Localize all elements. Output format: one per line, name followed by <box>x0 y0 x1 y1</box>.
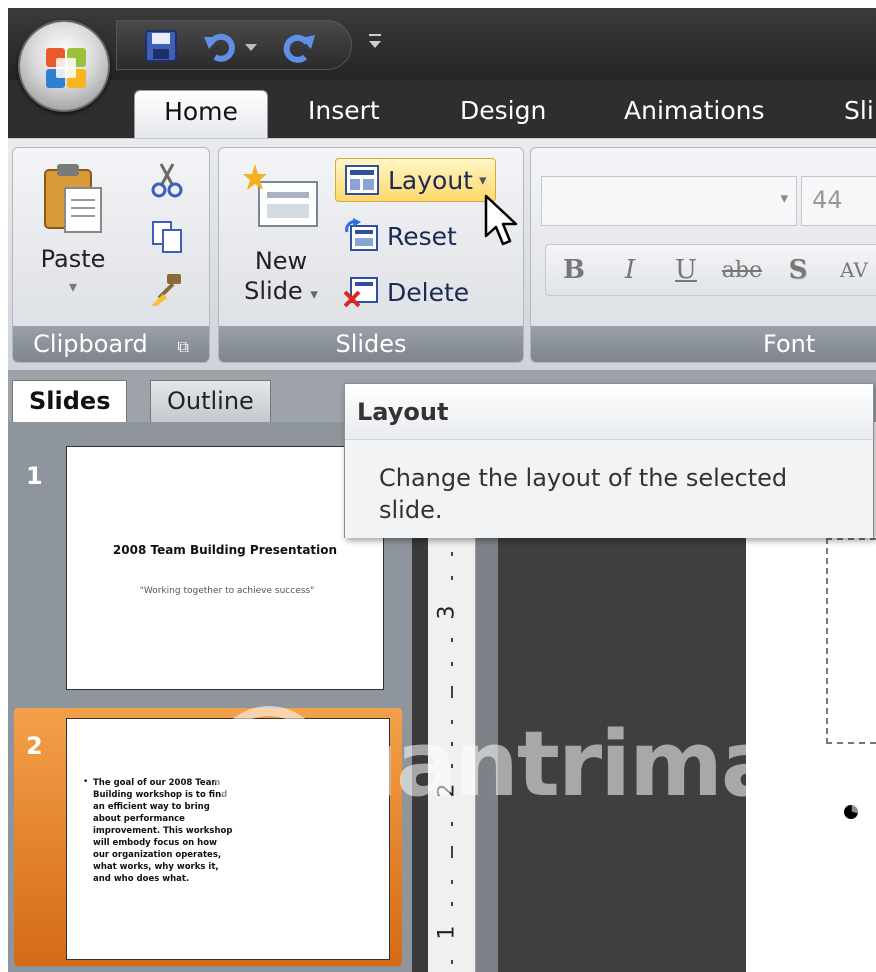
customize-toolbar-icon[interactable] <box>366 30 384 54</box>
office-logo-icon <box>46 48 86 88</box>
ruler-label-1: 1 <box>434 925 460 940</box>
ruler-label-2: 2 <box>434 783 460 798</box>
tab-insert[interactable]: Insert <box>294 90 394 138</box>
save-icon[interactable] <box>143 29 179 63</box>
slide-2-bullet: • <box>83 777 89 787</box>
slide-number-2: 2 <box>26 732 43 760</box>
reset-button[interactable]: Reset <box>343 214 457 258</box>
tab-home[interactable]: Home <box>134 90 268 138</box>
font-group: ▾ 44 B I U abe S AV Font <box>530 147 876 363</box>
title-bar <box>8 8 876 80</box>
ribbon-tabs: Home Insert Design Animations Sli <box>8 80 876 138</box>
new-slide-button[interactable]: New Slide ▾ <box>233 162 329 322</box>
bold-button[interactable]: B <box>546 255 602 285</box>
clipboard-group: Paste ▾ Clipboard ⧉ <box>12 147 210 363</box>
slides-group-label: Slides <box>219 326 523 362</box>
quick-access-toolbar <box>116 20 352 70</box>
slide-number-1: 1 <box>26 462 43 490</box>
clipboard-label-text: Clipboard <box>33 330 148 358</box>
paste-icon <box>44 164 102 233</box>
format-buttons-row: B I U abe S AV <box>545 244 876 296</box>
powerpoint-window: Home Insert Design Animations Sli Paste … <box>8 8 876 972</box>
font-name-dropdown-icon[interactable]: ▾ <box>780 189 788 207</box>
font-size-combo[interactable]: 44 <box>801 176 876 226</box>
new-slide-icon <box>243 164 318 227</box>
delete-label: Delete <box>387 277 470 307</box>
layout-label: Layout <box>388 165 473 195</box>
strikethrough-button[interactable]: abe <box>714 258 770 283</box>
reset-label: Reset <box>387 221 457 251</box>
clipboard-group-label: Clipboard ⧉ <box>13 326 209 362</box>
ruler-label-3: 3 <box>434 605 460 620</box>
mouse-pointer-icon <box>484 194 518 246</box>
italic-button[interactable]: I <box>602 255 658 285</box>
repeat-icon[interactable] <box>281 29 317 63</box>
delete-icon <box>343 277 378 308</box>
underline-button[interactable]: U <box>658 255 714 285</box>
paste-button[interactable]: Paste ▾ <box>41 160 105 310</box>
tab-animations[interactable]: Animations <box>610 90 778 138</box>
slide-1-subtitle: "Working together to achieve success" <box>139 586 315 596</box>
undo-icon[interactable] <box>203 29 239 63</box>
title-placeholder[interactable] <box>826 538 876 744</box>
slides-group: New Slide ▾ Layout ▾ Reset Delete Slides <box>218 147 524 363</box>
font-group-label: Font <box>531 326 876 362</box>
font-size-value: 44 <box>812 186 843 214</box>
screenshot-frame: Home Insert Design Animations Sli Paste … <box>0 0 876 972</box>
layout-icon <box>345 165 379 195</box>
layout-dropdown-icon: ▾ <box>479 171 487 189</box>
font-name-combo[interactable]: ▾ <box>541 176 797 226</box>
reset-icon <box>345 218 378 251</box>
new-slide-label-2: Slide ▾ <box>233 276 329 309</box>
delete-button[interactable]: Delete <box>343 270 469 314</box>
body-bullet <box>844 805 858 819</box>
new-slide-label-1: New <box>254 247 308 275</box>
office-button[interactable] <box>18 20 110 112</box>
format-painter-icon[interactable] <box>149 272 185 308</box>
tab-slides-pane[interactable]: Slides <box>12 380 128 422</box>
slide-thumbnail-1[interactable]: 2008 Team Building Presentation "Working… <box>66 446 384 690</box>
layout-tooltip: Layout Change the layout of the selected… <box>344 383 874 538</box>
slide-thumbnail-2[interactable]: • The goal of our 2008 Team Building wor… <box>66 718 390 960</box>
paste-label: Paste <box>40 245 106 273</box>
tab-outline-pane[interactable]: Outline <box>150 380 271 422</box>
clipboard-dialog-launcher-icon[interactable]: ⧉ <box>177 337 188 356</box>
ribbon: Paste ▾ Clipboard ⧉ New Slide ▾ Layout ▾… <box>8 138 876 370</box>
tooltip-description: Change the layout of the selected slide. <box>345 440 873 538</box>
tab-slide-show[interactable]: Sli <box>830 90 876 138</box>
undo-dropdown-icon[interactable] <box>241 29 261 63</box>
tooltip-title: Layout <box>345 384 873 440</box>
character-spacing-button[interactable]: AV <box>826 258 876 282</box>
cut-icon[interactable] <box>149 162 185 198</box>
paste-dropdown-icon: ▾ <box>68 277 78 296</box>
tab-design[interactable]: Design <box>446 90 560 138</box>
text-shadow-button[interactable]: S <box>770 255 826 285</box>
layout-button[interactable]: Layout ▾ <box>335 158 496 202</box>
slide-2-body: The goal of our 2008 Team Building works… <box>93 778 233 884</box>
copy-icon[interactable] <box>149 218 185 254</box>
new-slide-dropdown-icon: ▾ <box>310 285 318 303</box>
slide-1-title: 2008 Team Building Presentation <box>112 543 338 557</box>
new-slide-text: Slide <box>244 277 303 305</box>
